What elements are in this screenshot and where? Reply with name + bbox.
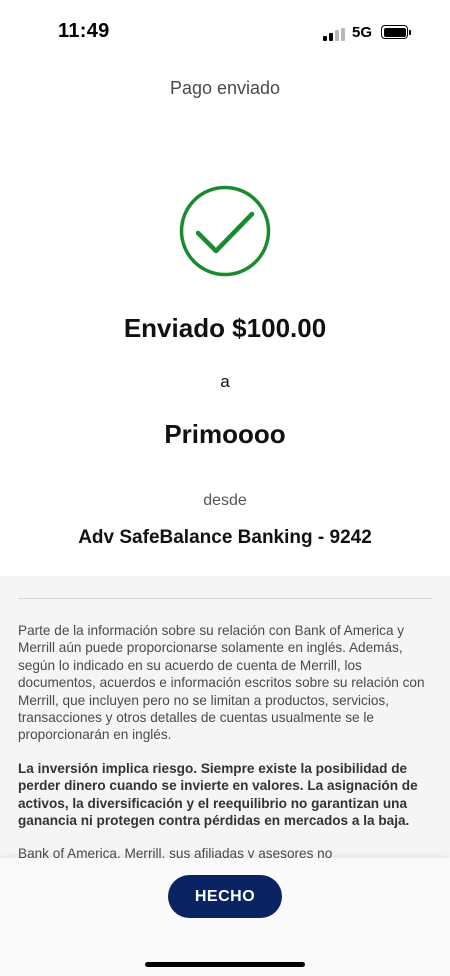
source-account: Adv SafeBalance Banking - 9242	[78, 527, 372, 548]
to-label: a	[220, 372, 230, 391]
from-label: desde	[203, 492, 247, 509]
disclosure-paragraph-language: Parte de la información sobre su relació…	[18, 623, 425, 743]
sent-amount: Enviado $100.00	[123, 313, 327, 343]
network-type: 5G	[352, 24, 373, 41]
recipient-name: Primoooo	[164, 419, 286, 449]
page-title: Pago enviado	[169, 78, 281, 98]
disclosure-paragraph-risk: La inversión implica riesgo. Siempre exi…	[18, 760, 418, 829]
divider	[18, 598, 432, 599]
status-bar: 11:49 5G	[0, 0, 450, 62]
disclosure-paragraph-affiliates: Bank of America, Merrill, sus afiliadas …	[18, 846, 333, 858]
battery-icon	[381, 25, 408, 39]
disclosure-section[interactable]: Parte de la información sobre su relació…	[0, 576, 450, 858]
check-circle-icon	[179, 185, 271, 277]
payment-sent-screen: 11:49 5G Pago enviado Enviado $100.00 a …	[0, 0, 450, 976]
done-button[interactable]: HECHO	[168, 875, 282, 918]
bottom-bar: HECHO	[0, 858, 450, 976]
signal-icon	[323, 28, 345, 41]
status-time: 11:49	[58, 20, 110, 42]
home-indicator[interactable]	[145, 962, 305, 967]
battery-tip	[409, 30, 411, 35]
disclosure-text: Parte de la información sobre su relació…	[18, 622, 432, 858]
